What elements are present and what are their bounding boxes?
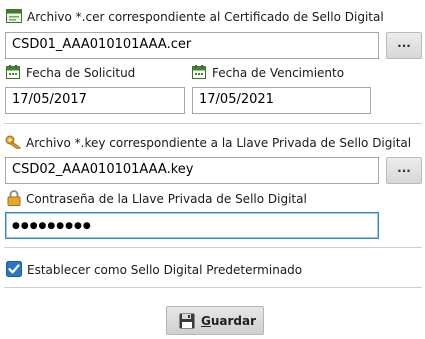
fecha-vencimiento-label: Fecha de Vencimiento (212, 66, 345, 80)
password-field[interactable]: ●●●●●●●●● (5, 212, 379, 239)
key-file-field[interactable]: CSD02_AAA010101AAA.key (5, 157, 379, 184)
key-icon (5, 135, 23, 151)
cer-browse-button[interactable]: ... (386, 32, 422, 59)
save-button-accelerator: G (201, 314, 211, 328)
separator (4, 247, 422, 248)
separator (4, 123, 422, 124)
separator (4, 287, 422, 288)
key-file-label: Archivo *.key correspondiente a la Llave… (26, 136, 412, 150)
lock-icon (7, 190, 21, 206)
floppy-disk-icon (179, 313, 195, 329)
default-checkbox[interactable] (6, 261, 22, 277)
save-button-label: uardar (210, 314, 257, 328)
certificate-icon (6, 9, 22, 23)
cer-file-label: Archivo *.cer correspondiente al Certifi… (27, 10, 384, 24)
calendar-icon (192, 65, 206, 79)
fecha-solicitud-label: Fecha de Solicitud (26, 66, 136, 80)
password-label: Contraseña de la Llave Privada de Sello … (26, 192, 307, 206)
fecha-vencimiento-field[interactable]: 17/05/2021 (192, 87, 371, 114)
save-button[interactable]: Guardar (166, 306, 264, 335)
default-checkbox-label[interactable]: Establecer como Sello Digital Predetermi… (27, 263, 302, 277)
key-browse-button[interactable]: ... (386, 157, 422, 184)
cer-file-field[interactable]: CSD01_AAA010101AAA.cer (5, 32, 379, 59)
calendar-icon (6, 65, 20, 79)
fecha-solicitud-field[interactable]: 17/05/2017 (5, 87, 185, 114)
password-masked-value: ●●●●●●●●● (12, 221, 92, 231)
